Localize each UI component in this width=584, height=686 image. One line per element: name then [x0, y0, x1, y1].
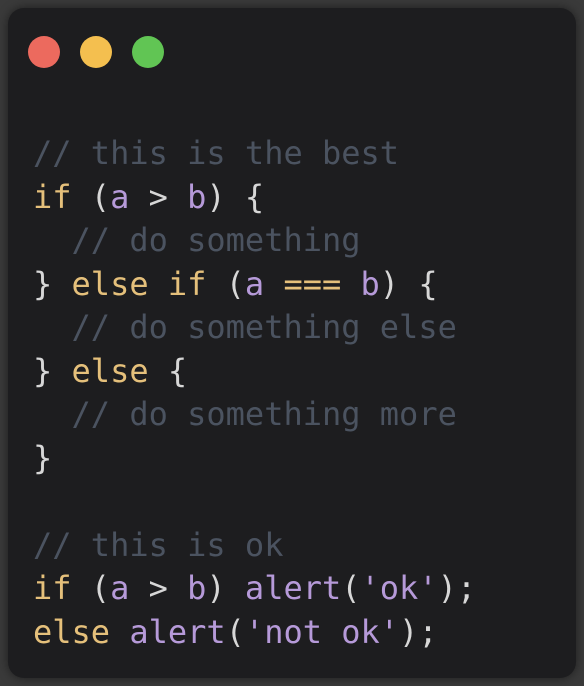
code-token-operator: === — [283, 264, 342, 303]
code-token-comment: // this is the best — [33, 134, 400, 172]
code-token-function: alert — [244, 569, 342, 607]
code-block: // this is the best if (a > b) { // do so… — [33, 132, 476, 654]
code-token-punctuation — [264, 265, 283, 303]
code-token-string: 'not ok' — [244, 612, 400, 651]
code-window: // this is the best if (a > b) { // do so… — [8, 8, 576, 678]
code-token-punctuation: ( — [341, 569, 361, 607]
code-token-punctuation: } — [33, 351, 72, 390]
code-token-variable: a — [110, 177, 130, 216]
code-token-variable: b — [360, 264, 380, 303]
code-line: if (a > b) { — [33, 176, 476, 220]
code-token-punctuation: ); — [437, 569, 477, 607]
code-token-variable: a — [244, 264, 265, 303]
code-token-keyword: else — [71, 351, 149, 390]
window-controls — [28, 36, 164, 68]
code-token-punctuation: ) — [206, 569, 245, 607]
code-line: // do something more — [33, 393, 476, 437]
code-token-punctuation: ) { — [379, 264, 438, 303]
code-token-variable: b — [187, 569, 207, 607]
minimize-button[interactable] — [80, 36, 112, 68]
code-token-punctuation: } — [33, 264, 72, 303]
code-token-punctuation — [110, 613, 129, 651]
code-token-punctuation: > — [129, 177, 188, 216]
code-token-punctuation: ) { — [206, 177, 265, 216]
code-line: } else { — [33, 350, 476, 394]
code-line: } — [33, 437, 476, 481]
code-token-variable: a — [110, 569, 130, 607]
code-token-keyword: if — [33, 569, 72, 607]
code-token-punctuation: > — [129, 569, 188, 607]
code-token-punctuation — [341, 265, 360, 303]
code-token-punctuation: ( — [206, 264, 245, 303]
code-token-comment: // do something more — [33, 395, 457, 433]
code-line: // this is the best — [33, 132, 476, 176]
code-token-string: 'ok' — [360, 569, 438, 607]
code-token-punctuation: ( — [71, 569, 111, 607]
code-token-keyword: else if — [71, 264, 207, 303]
code-token-variable: b — [187, 177, 207, 216]
code-line: } else if (a === b) { — [33, 263, 476, 307]
code-token-comment: // do something — [33, 221, 361, 259]
code-token-keyword: else — [33, 612, 111, 651]
code-token-punctuation: { — [148, 351, 188, 390]
code-token-comment: // this is ok — [33, 525, 284, 564]
zoom-button[interactable] — [132, 36, 164, 68]
code-line: if (a > b) alert('ok'); — [33, 567, 476, 611]
code-line: // do something else — [33, 306, 476, 350]
code-token-punctuation: ( — [225, 612, 245, 651]
code-token-punctuation: } — [33, 438, 53, 477]
code-line: // do something — [33, 219, 476, 263]
close-button[interactable] — [28, 36, 60, 68]
code-line: // this is ok — [33, 524, 476, 568]
code-token-comment: // do something else — [33, 308, 457, 346]
code-token-function: alert — [129, 612, 226, 651]
code-token-keyword: if — [33, 177, 72, 216]
code-line: else alert('not ok'); — [33, 611, 476, 655]
code-token-punctuation: ); — [399, 612, 438, 651]
code-token-punctuation: ( — [71, 177, 111, 216]
